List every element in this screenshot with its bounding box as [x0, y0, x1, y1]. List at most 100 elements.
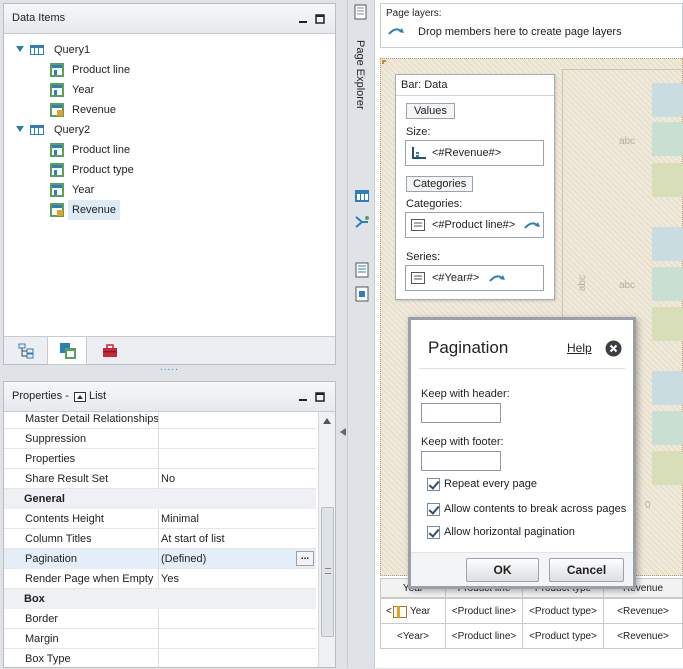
- tree-item-query1[interactable]: Query1: [14, 40, 214, 60]
- scrollbar-thumb[interactable]: [321, 507, 334, 637]
- cancel-button[interactable]: Cancel: [549, 558, 624, 582]
- property-row[interactable]: Margin: [4, 629, 316, 649]
- series-drop-zone[interactable]: <#Year#>: [405, 265, 544, 291]
- query-explorer-icon[interactable]: [354, 188, 370, 204]
- checkbox-label[interactable]: Repeat every page: [444, 478, 537, 490]
- minimize-icon[interactable]: [298, 392, 308, 402]
- list-cell[interactable]: < Year: [380, 598, 446, 624]
- list-cell[interactable]: <Product line>: [445, 598, 523, 624]
- values-button[interactable]: Values: [406, 103, 455, 119]
- categories-button[interactable]: Categories: [406, 176, 474, 192]
- condition-explorer-icon[interactable]: [354, 214, 370, 230]
- keep-header-label: Keep with header:: [421, 388, 510, 400]
- expand-arrow-icon[interactable]: [16, 126, 24, 132]
- page-explorer-tab[interactable]: Page Explorer: [354, 40, 366, 110]
- property-row[interactable]: Border: [4, 609, 316, 629]
- checkbox-label[interactable]: Allow horizontal pagination: [444, 526, 575, 538]
- property-row[interactable]: Suppression: [4, 429, 316, 449]
- checkbox-label[interactable]: Allow contents to break across pages: [444, 503, 626, 515]
- property-value[interactable]: [159, 649, 316, 669]
- properties-header: Properties - List: [4, 382, 335, 412]
- property-row[interactable]: Master Detail Relationships: [4, 409, 316, 429]
- maximize-icon[interactable]: [315, 14, 325, 24]
- property-value[interactable]: Minimal: [159, 509, 316, 529]
- property-row[interactable]: Render Page when Empty Yes: [4, 569, 316, 589]
- property-value[interactable]: [159, 449, 316, 469]
- property-value[interactable]: No: [159, 469, 316, 489]
- splitter-handle[interactable]: .....: [160, 363, 179, 373]
- variables-icon[interactable]: [354, 286, 370, 302]
- dialog-title: Pagination: [428, 338, 509, 357]
- repeat-every-page-checkbox[interactable]: [427, 478, 440, 491]
- drill-arrow-icon[interactable]: [523, 220, 541, 232]
- help-link[interactable]: Help: [567, 341, 592, 355]
- list-cell[interactable]: <Product line>: [445, 623, 523, 649]
- property-row[interactable]: Column Titles At start of list: [4, 529, 316, 549]
- property-value[interactable]: [159, 609, 316, 629]
- tab-data-items[interactable]: [47, 337, 87, 365]
- property-row[interactable]: Box Type: [4, 649, 316, 669]
- group-icon: [393, 606, 407, 618]
- tab-source[interactable]: [6, 337, 46, 365]
- list-cell[interactable]: <Product type>: [522, 598, 604, 624]
- list-explorer-icon[interactable]: [354, 262, 370, 278]
- level-icon: [50, 83, 64, 97]
- series-label: Series:: [406, 251, 441, 263]
- property-group-general[interactable]: −General: [4, 489, 316, 509]
- ok-button[interactable]: OK: [466, 558, 539, 582]
- axis-placeholder-text: abc: [577, 275, 588, 292]
- maximize-icon[interactable]: [315, 392, 325, 402]
- tree-item-year[interactable]: Year: [48, 80, 248, 100]
- scroll-up-icon[interactable]: [323, 418, 331, 424]
- property-value[interactable]: [159, 409, 316, 429]
- allow-break-checkbox[interactable]: [427, 503, 440, 516]
- property-value[interactable]: [159, 429, 316, 449]
- categories-drop-zone[interactable]: <#Product line#>: [405, 212, 544, 238]
- list-cell[interactable]: <Product type>: [522, 623, 604, 649]
- ellipsis-button[interactable]: ...: [296, 551, 314, 566]
- measure-icon: [50, 203, 64, 217]
- tree-item-product-line[interactable]: Product line: [48, 140, 248, 160]
- tree-item-product-type[interactable]: Product type: [48, 160, 248, 180]
- keep-header-input[interactable]: [421, 403, 501, 423]
- properties-pane: Properties - List Master Detail Relation…: [3, 381, 336, 669]
- property-value[interactable]: [159, 629, 316, 649]
- page-explorer-icon[interactable]: [354, 4, 368, 20]
- list-table[interactable]: Year Product line Product type Revenue <…: [380, 578, 683, 668]
- list-context-icon[interactable]: [74, 392, 86, 402]
- tree-item-product-line[interactable]: Product line: [48, 60, 248, 80]
- property-group-box[interactable]: −Box: [4, 589, 316, 609]
- tree-item-revenue-selected[interactable]: Revenue: [48, 200, 248, 220]
- drill-arrow-icon[interactable]: [488, 273, 506, 285]
- minimize-icon[interactable]: [298, 14, 308, 24]
- list-cell[interactable]: <Year>: [380, 623, 446, 649]
- size-drop-zone[interactable]: <#Revenue#>: [405, 140, 544, 166]
- property-row-pagination[interactable]: Pagination (Defined) ...: [4, 549, 316, 569]
- bar-swatch: [652, 307, 683, 341]
- keep-footer-input[interactable]: [421, 451, 501, 471]
- tree-item-year[interactable]: Year: [48, 180, 248, 200]
- horizontal-pagination-checkbox[interactable]: [427, 526, 440, 539]
- measure-icon: [50, 103, 64, 117]
- collapse-left-icon[interactable]: [340, 428, 346, 436]
- list-cell[interactable]: <Revenue>: [603, 598, 683, 624]
- property-value[interactable]: Yes: [159, 569, 316, 589]
- placeholder-text: abc: [619, 136, 636, 147]
- property-row[interactable]: Share Result Set No: [4, 469, 316, 489]
- property-value[interactable]: At start of list: [159, 529, 316, 549]
- bar-swatch: [652, 451, 683, 485]
- property-value[interactable]: (Defined): [159, 549, 316, 569]
- tree-item-revenue[interactable]: Revenue: [48, 100, 248, 120]
- tree-item-query2[interactable]: Query2: [14, 120, 214, 140]
- property-row[interactable]: Properties: [4, 449, 316, 469]
- data-items-tabs: [4, 336, 335, 365]
- page-layers-zone[interactable]: Page layers: Drop members here to create…: [380, 3, 683, 48]
- property-name: Contents Height: [19, 509, 159, 529]
- close-icon[interactable]: [605, 340, 622, 357]
- properties-scrollbar[interactable]: [318, 412, 335, 667]
- expand-arrow-icon[interactable]: [16, 46, 24, 52]
- property-name: Suppression: [19, 429, 159, 449]
- property-row[interactable]: Contents Height Minimal: [4, 509, 316, 529]
- list-cell[interactable]: <Revenue>: [603, 623, 683, 649]
- tab-toolbox[interactable]: [90, 337, 130, 365]
